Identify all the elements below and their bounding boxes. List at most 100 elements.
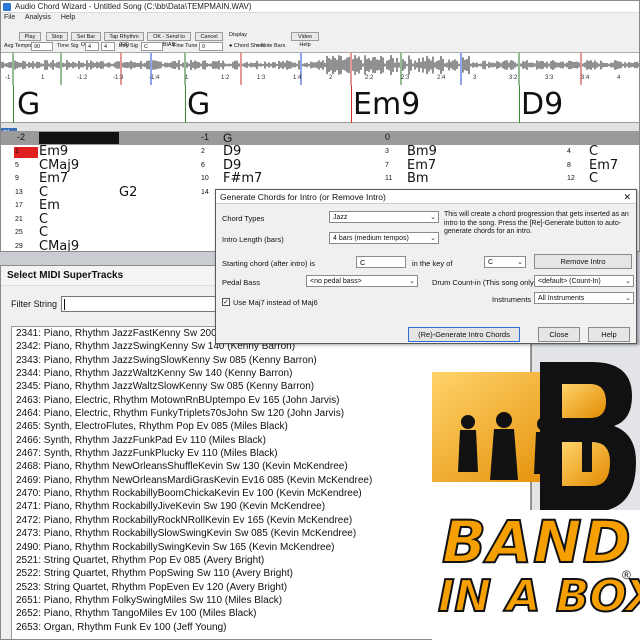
ruler-tick-label: 2:2 (365, 75, 374, 81)
set-bar-one-button[interactable]: Set Bar One (71, 32, 101, 48)
chord-cell[interactable]: C (589, 145, 598, 159)
starting-chord-label: Starting chord (after intro) is (222, 259, 315, 268)
chord-cell[interactable]: C (589, 172, 598, 186)
chord-cell[interactable]: G2 (119, 185, 137, 200)
drum-countin-label: Drum Count-in (This song only) (432, 278, 537, 287)
chevron-down-icon: ⌄ (409, 278, 415, 285)
menu-file[interactable]: File (4, 14, 15, 21)
chord-cell[interactable]: Em9 (39, 145, 68, 159)
note-bars-radio[interactable]: ○ Note Bars (256, 43, 285, 49)
chord-cell[interactable]: D9 (223, 145, 241, 159)
chord-cell[interactable]: C (39, 226, 48, 240)
band-in-a-box-logo: BAND IN A BOX ® (432, 362, 640, 640)
intro-length-value: 4 bars (medium tempos) (333, 235, 409, 242)
bar-number: 21 (15, 215, 23, 223)
pedal-bass-label: Pedal Bass (222, 278, 260, 287)
big-chord-1: G (17, 87, 41, 122)
ruler-tick-label: 1 (185, 75, 189, 81)
chevron-down-icon: ⌄ (517, 259, 523, 266)
bar-number: 7 (385, 161, 389, 169)
logo-in-a-box-text: IN A BOX (437, 571, 640, 622)
dialog-titlebar: Generate Chords for Intro (or Remove Int… (216, 190, 636, 204)
chord-cell[interactable]: Bm9 (407, 145, 437, 159)
tempo-field[interactable]: 90 (31, 42, 53, 51)
regenerate-intro-button[interactable]: (Re)-Generate Intro Chords (408, 327, 520, 342)
ruler-tick-label: 1:2 (221, 75, 230, 81)
ok-send-button[interactable]: OK - Send to BIAB (147, 32, 191, 48)
chord-cell[interactable]: CMaj9 (39, 239, 79, 251)
instruments-value: All Instruments (538, 295, 585, 302)
sheet-header: Play (1, 123, 639, 137)
bar-number: -2 (17, 132, 26, 142)
key-of-label: in the key of (412, 259, 453, 268)
fine-tune-field[interactable]: 0 (199, 42, 223, 51)
bar-number: 13 (15, 188, 23, 196)
ruler-tick-label: -1:3 (113, 75, 124, 81)
chord-cell[interactable]: Em (39, 199, 60, 213)
remove-intro-button[interactable]: Remove Intro (534, 254, 632, 269)
menu-analysis[interactable]: Analysis (25, 14, 51, 21)
pedal-bass-value: <no pedal bass> (310, 278, 362, 285)
key-sig-field[interactable]: C (141, 42, 163, 51)
filter-string-label: Filter String (11, 299, 58, 309)
bar-number: 12 (567, 175, 575, 182)
bar-number: 14 (201, 188, 209, 196)
video-help-button[interactable]: Video Help (291, 32, 319, 48)
acw-titlebar: Audio Chord Wizard - Untitled Song (C:\b… (1, 1, 639, 13)
menu-help[interactable]: Help (61, 14, 75, 21)
bar-number: 8 (567, 161, 571, 169)
dialog-title: Generate Chords for Intro (or Remove Int… (220, 192, 386, 202)
instruments-label: Instruments (492, 295, 532, 304)
acw-title: Audio Chord Wizard - Untitled Song (C:\b… (15, 2, 252, 11)
bar-line (185, 85, 186, 123)
ruler-tick-label: -1 (5, 75, 11, 81)
big-chord-4: D9 (521, 87, 564, 122)
timeline-ruler: -1 1 -1:2 -1:3 -1:4 1 1:2 1:3 1:4 2 2:2 2:3 2:4 3 3:2 3… (1, 75, 639, 85)
pedal-bass-select[interactable]: <no pedal bass> ⌄ (306, 275, 418, 287)
big-chord-strip[interactable]: G G Em9 D9 (1, 85, 639, 123)
generate-intro-chords-dialog: Generate Chords for Intro (or Remove Int… (215, 189, 637, 344)
playhead-line[interactable] (351, 85, 352, 123)
bar-number: 10 (201, 175, 209, 182)
bar-number: 25 (15, 229, 23, 236)
selection-block (39, 132, 119, 144)
bar-number: -1 (201, 132, 210, 142)
close-icon[interactable]: ✕ (623, 190, 631, 204)
intro-length-select[interactable]: 4 bars (medium tempos) ⌄ (329, 232, 439, 244)
close-button[interactable]: Close (538, 327, 580, 342)
time-sig-den[interactable]: 4 (101, 42, 115, 51)
stop-button[interactable]: Stop (46, 32, 68, 41)
bar-number: 3 (385, 148, 389, 155)
instruments-select[interactable]: All Instruments ⌄ (534, 292, 634, 304)
note-bars-label: Note Bars (260, 43, 286, 49)
maj7-checkbox[interactable]: ✓ (222, 298, 230, 306)
filter-string-input[interactable] (61, 296, 231, 312)
cancel-button[interactable]: Cancel (195, 32, 223, 41)
drum-countin-select[interactable]: <default> (Count-In) ⌄ (534, 275, 634, 287)
acw-menubar: File Analysis Help (1, 13, 639, 22)
big-chord-3: Em9 (353, 87, 421, 122)
tap-rhythm-button[interactable]: Tap Rhythm (F8) (104, 32, 144, 48)
time-sig-label: Time Sig (57, 43, 79, 49)
chord-types-select[interactable]: Jazz ⌄ (329, 211, 439, 223)
ruler-tick-label: -1:4 (149, 75, 160, 81)
help-button[interactable]: Help (588, 327, 630, 342)
chord-cell[interactable]: G (223, 131, 232, 145)
chevron-down-icon: ⌄ (430, 214, 436, 221)
bar-line (13, 85, 14, 123)
intro-length-label: Intro Length (bars) (222, 235, 284, 244)
time-sig-num[interactable]: 4 (85, 42, 99, 51)
chord-types-label: Chord Types (222, 214, 265, 223)
chord-cell[interactable]: Em7 (39, 172, 68, 186)
chord-cell[interactable]: F#m7 (223, 172, 262, 186)
fine-tune-label: Fine Tune (173, 43, 198, 49)
bar-number: 6 (201, 161, 205, 169)
play-button[interactable]: Play (19, 32, 41, 41)
key-of-select[interactable]: C ⌄ (484, 256, 526, 268)
ruler-tick-label: 2:3 (401, 75, 410, 81)
bar-number: 9 (15, 175, 19, 182)
ruler-tick-label: 3:4 (581, 75, 590, 81)
dialog-info-text: This will create a chord progression tha… (444, 211, 629, 235)
starting-chord-input[interactable]: C (356, 256, 406, 268)
chord-cell[interactable]: Bm (407, 172, 429, 186)
